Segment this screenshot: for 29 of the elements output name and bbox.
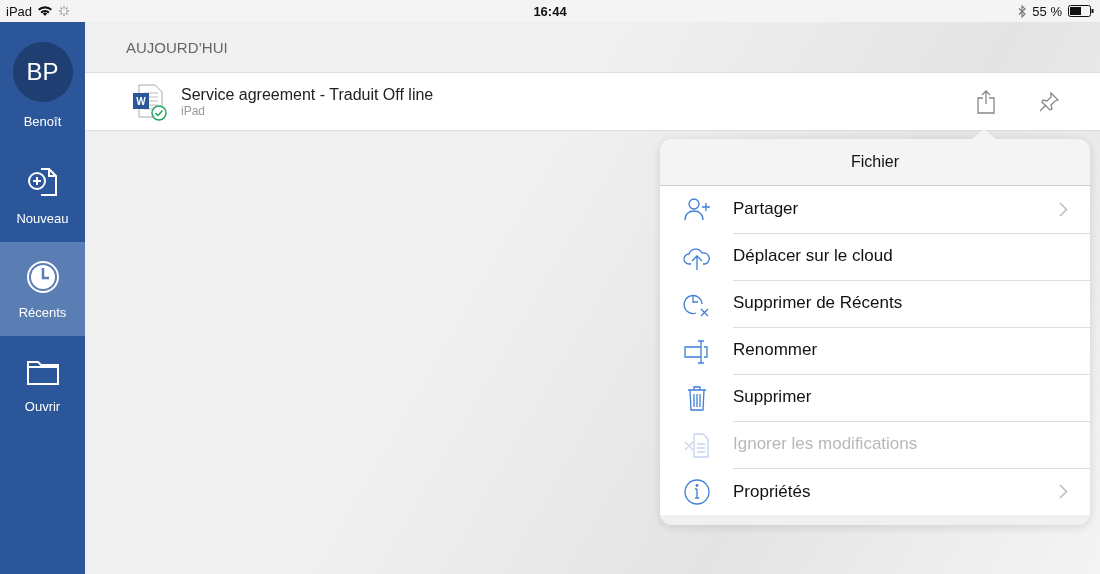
clock-icon: [24, 258, 61, 295]
menu-item[interactable]: Renommer: [660, 327, 1090, 374]
device-name: iPad: [6, 3, 33, 19]
battery-icon: [1068, 5, 1094, 17]
wifi-icon: [37, 5, 54, 17]
menu-item[interactable]: Propriétés: [660, 468, 1090, 515]
sidebar-item[interactable]: Ouvrir: [0, 336, 85, 430]
menu-item[interactable]: Déplacer sur le cloud: [660, 233, 1090, 280]
file-row[interactable]: W Service agreement - Traduit Off line iPad: [85, 72, 1100, 131]
menu-item[interactable]: Supprimer de Récents: [660, 280, 1090, 327]
share-icon[interactable]: [976, 88, 996, 115]
file-location: iPad: [181, 103, 207, 118]
info-icon: [681, 476, 712, 507]
menu-item[interactable]: Supprimer: [660, 374, 1090, 421]
sidebar-item[interactable]: Nouveau: [0, 148, 85, 242]
chevron-icon: [1059, 201, 1068, 217]
bluetooth-icon: [1018, 4, 1027, 18]
account-name: Benoît: [23, 114, 62, 129]
chevron-icon: [1059, 484, 1068, 499]
account-avatar[interactable]: BP: [12, 42, 73, 102]
menu-item[interactable]: Partager: [660, 186, 1090, 233]
battery-percent: 55 %: [1032, 3, 1062, 19]
file-name: Service agreement - Traduit Off line: [181, 85, 435, 104]
loading-spinner-icon: [58, 5, 71, 17]
sidebar-item[interactable]: Récents: [0, 242, 85, 336]
menu-title: Fichier: [851, 153, 899, 171]
section-heading: AUJOURD’HUI: [126, 38, 228, 56]
pin-icon[interactable]: [1038, 90, 1060, 113]
clock-time: 16:44: [533, 3, 567, 19]
